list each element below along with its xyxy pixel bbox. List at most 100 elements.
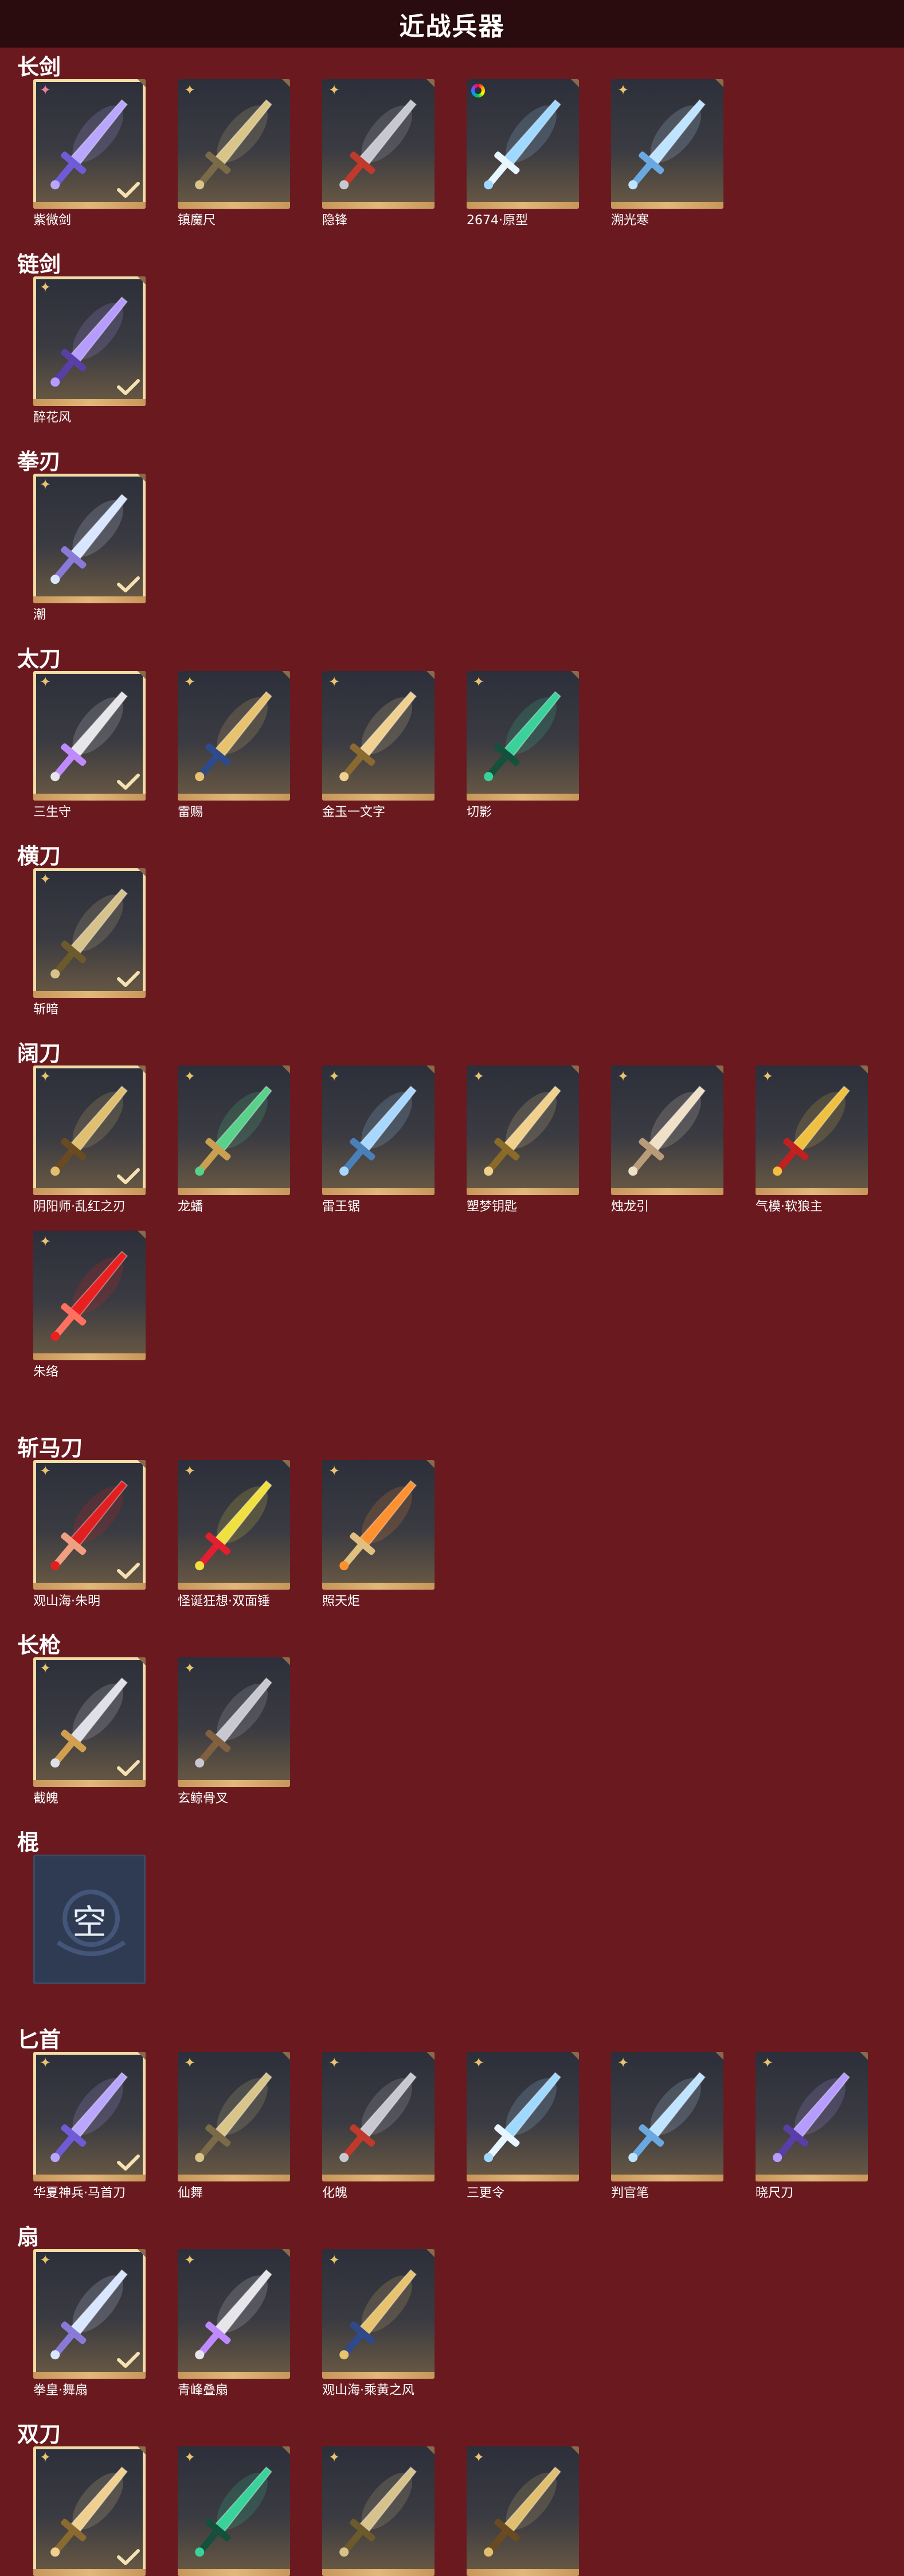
weapon-card[interactable]: ✦ (33, 276, 146, 406)
weapon-card[interactable]: ✦ (756, 2052, 868, 2181)
weapon-card[interactable]: ✦ (33, 1657, 146, 1787)
weapon-card[interactable]: ✦ (33, 2052, 146, 2181)
weapon-card[interactable]: ✦ (33, 671, 146, 801)
weapon-item[interactable]: ✦ 仙舞 (178, 2052, 290, 2200)
weapon-card[interactable] (467, 79, 579, 209)
weapon-item[interactable]: ✦ 化魄 (322, 2052, 435, 2200)
weapon-item[interactable]: ✦ 金玉一文字 (322, 671, 435, 819)
weapon-item[interactable]: ✦绝潮汐 (178, 2446, 290, 2576)
weapon-card[interactable]: ✦ (322, 1065, 435, 1195)
corner-tab-icon (282, 79, 290, 87)
weapon-item[interactable]: ✦ 判官笔 (611, 2052, 723, 2200)
weapon-item[interactable]: 2674·原型 (467, 79, 579, 228)
weapon-card[interactable]: ✦ (33, 868, 146, 998)
weapon-image (195, 2269, 273, 2360)
weapon-card[interactable]: ✦ (178, 2052, 290, 2181)
gold-star-icon: ✦ (183, 674, 196, 690)
weapon-card[interactable]: ✦ (33, 79, 146, 209)
rarity-band (178, 2372, 290, 2379)
weapon-item[interactable]: ✦ 塑梦钥匙 (467, 1065, 579, 1214)
weapon-item[interactable]: ✦ 阴阳师·乱红之刃 (33, 1065, 146, 1214)
weapon-item[interactable]: ✦ 潮 (33, 474, 146, 622)
weapon-item[interactable]: ✦ 隐锋 (322, 79, 435, 228)
weapon-card[interactable]: ✦ (33, 2446, 146, 2576)
weapon-item[interactable]: ✦ 雷王锯 (322, 1065, 435, 1214)
weapon-item[interactable]: ✦ 三更令 (467, 2052, 579, 2200)
weapon-card[interactable]: ✦ (33, 1460, 146, 1590)
weapon-item[interactable]: ✦ 雷赐 (178, 671, 290, 819)
weapon-item[interactable]: ✦ 朱络 (33, 1231, 146, 1379)
rarity-band (178, 1188, 290, 1195)
empty-slot[interactable]: 空 (33, 1855, 146, 1998)
corner-tab-icon (138, 1460, 146, 1468)
weapon-card[interactable]: ✦ (756, 1065, 868, 1195)
weapon-item[interactable]: ✦ 截魄 (33, 1657, 146, 1806)
weapon-card[interactable]: ✦ (322, 79, 435, 209)
weapon-card[interactable]: ✦ (33, 1231, 146, 1360)
weapon-item[interactable]: ✦武道无穷·双蝶 (322, 2446, 435, 2576)
gold-star-icon: ✦ (183, 2252, 196, 2268)
weapon-name: 切影 (467, 805, 492, 819)
weapon-item[interactable]: ✦ 切影 (467, 671, 579, 819)
weapon-item[interactable]: ✦ 镇魔尺 (178, 79, 290, 228)
weapon-item[interactable]: ✦ 照天炬 (322, 1460, 435, 1609)
weapon-item[interactable]: ✦ 怪诞狂想·双面锤 (178, 1460, 290, 1609)
weapon-item[interactable]: ✦ 斩暗 (33, 868, 146, 1017)
weapon-name: 斩暗 (33, 1002, 59, 1017)
category-title: 横刀 (17, 844, 61, 869)
corner-tab-icon (138, 868, 146, 876)
corner-tab-icon (426, 2052, 435, 2060)
gold-star-icon: ✦ (472, 2055, 485, 2071)
weapon-item[interactable]: ✦ 烛龙引 (611, 1065, 723, 1214)
weapon-card[interactable]: ✦ (611, 1065, 723, 1195)
weapon-item[interactable]: ✦ 溯光寒 (611, 79, 723, 228)
weapon-item[interactable]: ✦ 晓尺刀 (756, 2052, 868, 2200)
empty-slot-card: 空 (33, 1855, 146, 1984)
weapon-card[interactable]: ✦ (322, 2446, 435, 2576)
weapon-card[interactable]: ✦ (322, 1460, 435, 1590)
weapon-item[interactable]: ✦ 气模·软狼主 (756, 1065, 868, 1214)
weapon-item[interactable]: ✦ 紫微剑 (33, 79, 146, 228)
weapon-card[interactable]: ✦ (467, 2446, 579, 2576)
weapon-item[interactable]: ✦ 华夏神兵·马首刀 (33, 2052, 146, 2200)
weapon-item[interactable]: ✦ 青峰叠扇 (178, 2249, 290, 2398)
weapon-name: 醉花风 (33, 411, 72, 425)
equipped-check-icon (117, 1563, 140, 1579)
weapon-card[interactable]: ✦ (178, 2446, 290, 2576)
corner-tab-icon (282, 671, 290, 679)
category-title: 太刀 (17, 646, 61, 672)
weapon-card[interactable]: ✦ (33, 1065, 146, 1195)
weapon-name: 金玉一文字 (322, 805, 386, 819)
weapon-image (195, 2466, 273, 2557)
weapon-card[interactable]: ✦ (178, 671, 290, 801)
weapon-item[interactable]: ✦ 醉花风 (33, 276, 146, 425)
weapon-card[interactable]: ✦ (33, 474, 146, 603)
weapon-image (484, 99, 562, 190)
weapon-item[interactable]: ✦ 龙蟠 (178, 1065, 290, 1214)
weapon-card[interactable]: ✦ (178, 1460, 290, 1590)
corner-tab-icon (138, 2249, 146, 2257)
weapon-card[interactable]: ✦ (178, 2249, 290, 2379)
weapon-card[interactable]: ✦ (33, 2249, 146, 2379)
weapon-card[interactable]: ✦ (322, 2249, 435, 2379)
weapon-card[interactable]: ✦ (611, 2052, 723, 2181)
weapon-item[interactable]: ✦ 拳皇·舞扇 (33, 2249, 146, 2398)
weapon-item[interactable]: ✦ 观山海·乘黄之风 (322, 2249, 435, 2398)
weapon-item[interactable]: ✦宗蓝 (33, 2446, 146, 2576)
weapon-card[interactable]: ✦ (178, 1657, 290, 1787)
weapon-card[interactable]: ✦ (322, 671, 435, 801)
weapon-card[interactable]: ✦ (467, 1065, 579, 1195)
weapon-item[interactable]: ✦ 观山海·朱明 (33, 1460, 146, 1609)
weapon-item[interactable]: ✦蛋仔派对·咸鱼 (467, 2446, 579, 2576)
weapon-card[interactable]: ✦ (178, 1065, 290, 1195)
weapon-card[interactable]: ✦ (178, 79, 290, 209)
weapon-card[interactable]: ✦ (611, 79, 723, 209)
weapon-card[interactable]: ✦ (322, 2052, 435, 2181)
weapon-image (339, 2466, 417, 2557)
gold-star-icon: ✦ (617, 2055, 629, 2071)
weapon-item[interactable]: ✦ 玄鲸骨叉 (178, 1657, 290, 1806)
weapon-card[interactable]: ✦ (467, 2052, 579, 2181)
weapon-card[interactable]: ✦ (467, 671, 579, 801)
equipped-check-icon (117, 379, 140, 395)
weapon-item[interactable]: ✦ 三生守 (33, 671, 146, 819)
